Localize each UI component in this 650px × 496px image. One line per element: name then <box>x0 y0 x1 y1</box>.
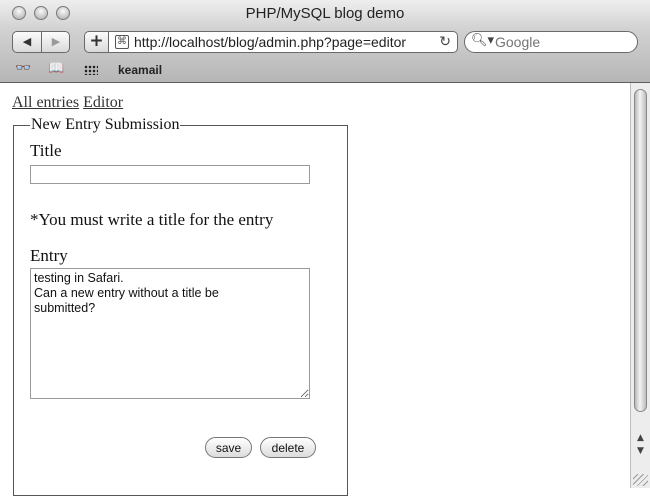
address-bar[interactable]: ⌘ http://localhost/blog/admin.php?page=e… <box>108 31 458 53</box>
bookmarks-book-icon[interactable]: 📖 <box>48 61 64 76</box>
title-label: Title <box>30 141 62 160</box>
save-button[interactable]: save <box>205 437 252 458</box>
reading-list-icon[interactable]: 👓 <box>15 61 31 76</box>
bookmarks-bar: 👓 📖 keamail <box>0 58 650 83</box>
title-error-message: *You must write a title for the entry <box>30 210 274 229</box>
delete-button[interactable]: delete <box>260 437 316 458</box>
scroll-down-arrow-icon[interactable]: ▼ <box>631 445 650 458</box>
entry-textarea[interactable]: testing in Safari. Can a new entry witho… <box>30 268 310 399</box>
browser-toolbar: ◀ ▶ + ⌘ http://localhost/blog/admin.php?… <box>0 29 650 58</box>
search-icon[interactable]: 🔍︎▾ <box>471 33 494 48</box>
resize-grip-icon[interactable] <box>633 474 648 486</box>
back-button[interactable]: ◀ <box>13 32 42 52</box>
vertical-scrollbar[interactable]: ▲ ▼ <box>630 83 650 488</box>
page-nav: All entries Editor <box>12 94 123 112</box>
url-text[interactable]: http://localhost/blog/admin.php?page=edi… <box>134 34 424 50</box>
editor-link[interactable]: Editor <box>83 94 123 111</box>
scrollbar-thumb[interactable] <box>634 89 647 412</box>
search-input[interactable] <box>495 34 630 50</box>
forward-button[interactable]: ▶ <box>42 32 69 52</box>
window-titlebar: PHP/MySQL blog demo <box>0 0 650 29</box>
top-sites-grid-icon[interactable] <box>84 65 98 75</box>
entry-label: Entry <box>30 246 68 265</box>
all-entries-link[interactable]: All entries <box>12 94 79 111</box>
page-favicon-icon: ⌘ <box>115 35 129 49</box>
window-title: PHP/MySQL blog demo <box>245 5 405 22</box>
title-input[interactable] <box>30 165 310 184</box>
navigation-buttons: ◀ ▶ <box>12 31 70 53</box>
add-bookmark-button[interactable]: + <box>84 31 108 53</box>
form-legend: New Entry Submission <box>31 116 180 133</box>
reload-icon[interactable]: ↻ <box>439 32 451 52</box>
search-box[interactable]: 🔍︎▾ <box>464 31 638 53</box>
bookmark-keamail[interactable]: keamail <box>118 63 162 77</box>
scroll-up-arrow-icon[interactable]: ▲ <box>631 432 650 445</box>
